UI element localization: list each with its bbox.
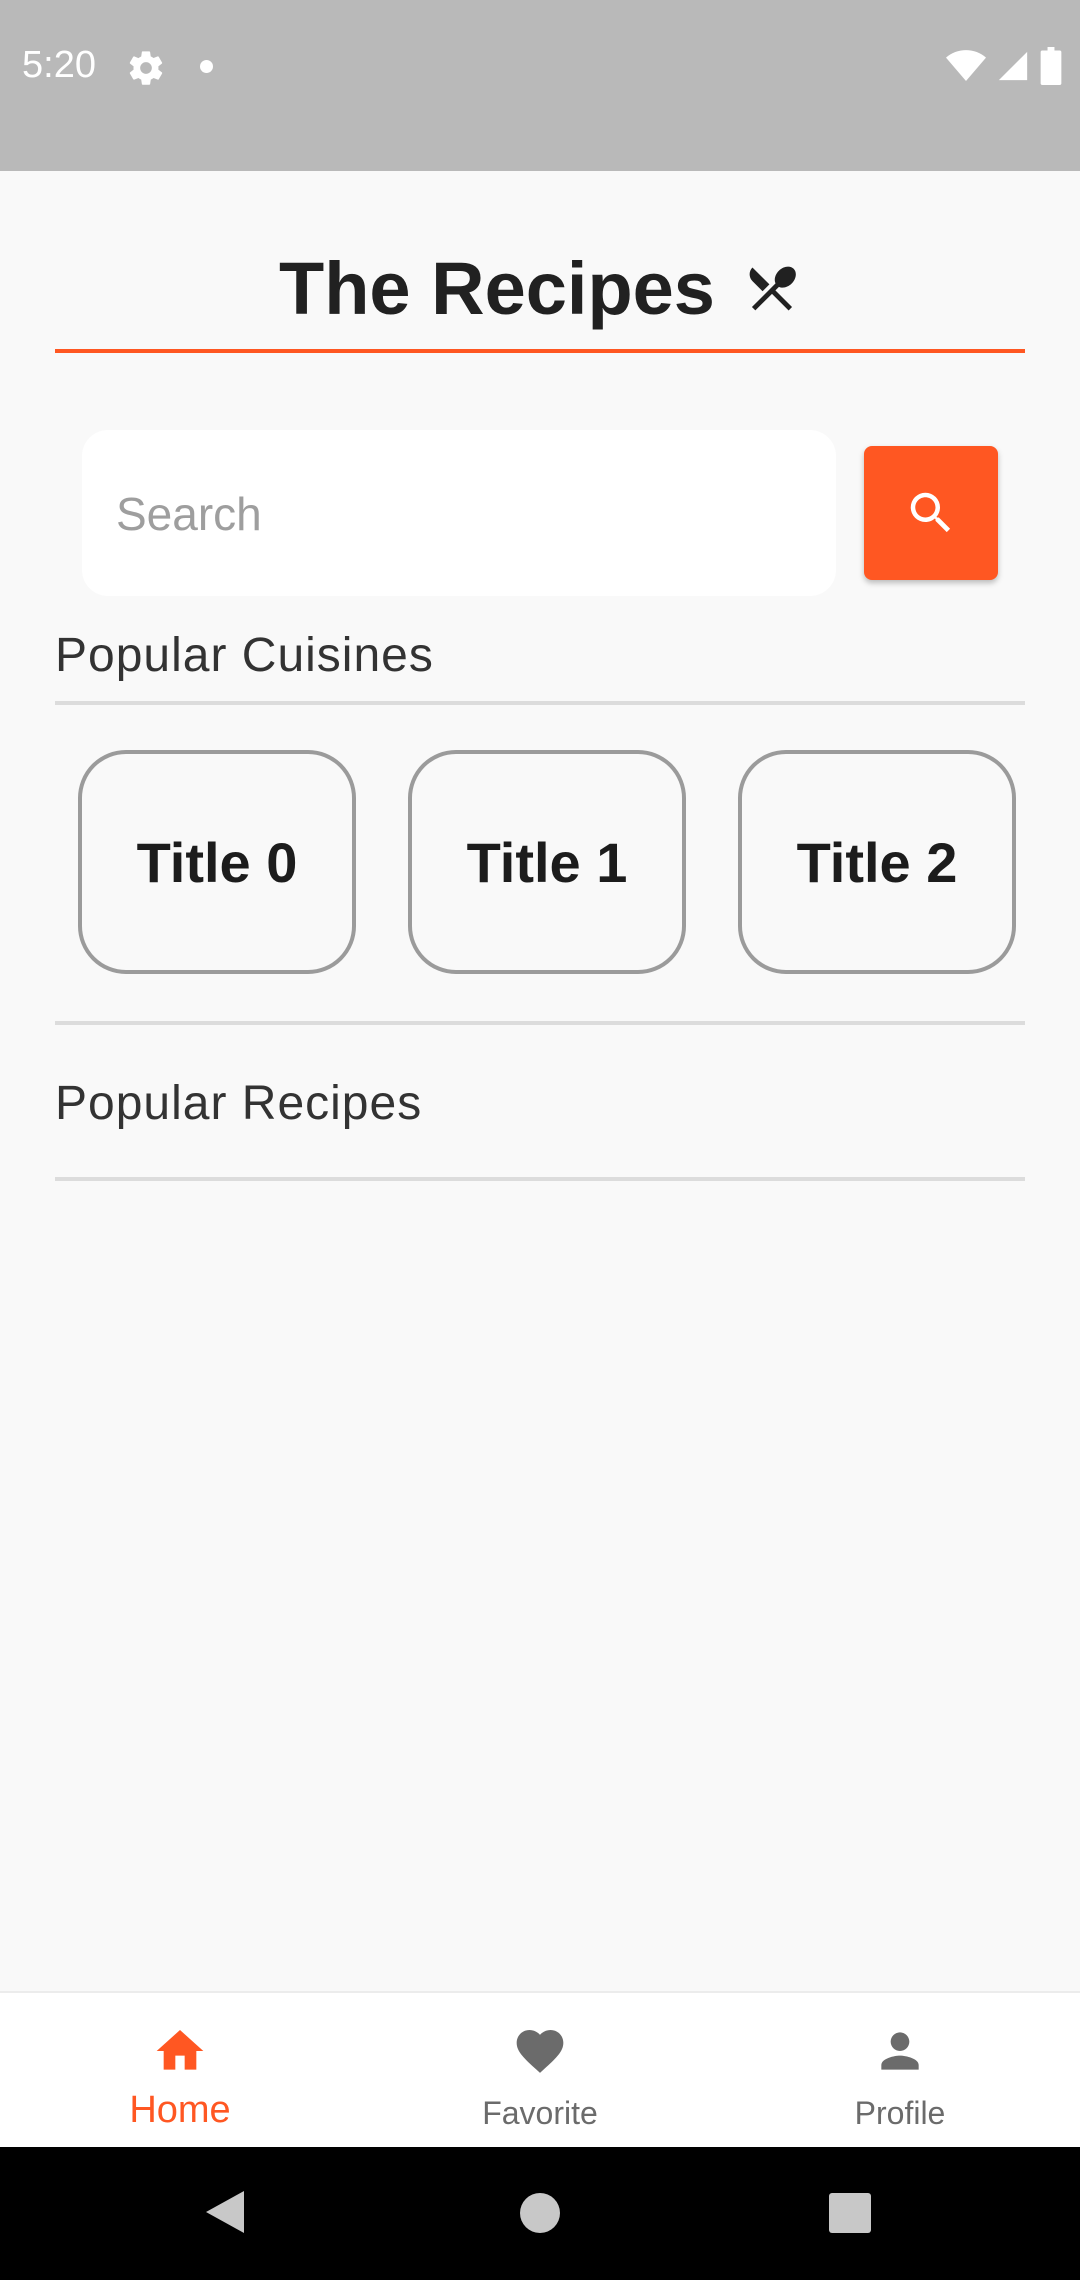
- cuisine-card[interactable]: Title 2: [738, 750, 1016, 974]
- status-bar: 5:20: [0, 0, 1080, 171]
- notification-dot-icon: [200, 60, 213, 73]
- system-navigation-bar: [0, 2147, 1080, 2280]
- heart-icon: [516, 2030, 564, 2073]
- person-icon: [881, 2032, 919, 2070]
- nav-label-profile: Profile: [854, 2095, 946, 2131]
- nav-label-home: Home: [129, 2089, 231, 2131]
- bottom-navigation: Home Favorite Profile: [0, 1991, 1080, 2147]
- nav-label-favorite: Favorite: [482, 2095, 598, 2131]
- search-input[interactable]: [114, 430, 818, 598]
- cuisines-bottom-divider: [55, 1021, 1025, 1025]
- recents-square-icon[interactable]: [829, 2193, 871, 2233]
- status-time: 5:20: [22, 44, 96, 86]
- search-icon: [910, 492, 951, 533]
- nav-item-favorite[interactable]: Favorite: [360, 1993, 720, 2149]
- search-field[interactable]: [82, 430, 836, 598]
- home-circle-icon[interactable]: [519, 2192, 561, 2234]
- recipes-divider: [55, 1177, 1025, 1181]
- status-icons: [946, 46, 1062, 86]
- wifi-icon: [946, 50, 986, 81]
- fork-spoon-icon: [749, 266, 796, 311]
- nav-item-home[interactable]: Home: [0, 1993, 360, 2149]
- cuisine-card[interactable]: Title 0: [78, 750, 356, 974]
- nav-item-profile[interactable]: Profile: [720, 1993, 1080, 2149]
- back-triangle-icon[interactable]: [204, 2189, 246, 2235]
- search-button[interactable]: [864, 446, 998, 580]
- battery-icon: [1040, 47, 1062, 85]
- cellular-signal-icon: [998, 51, 1028, 81]
- cuisine-card[interactable]: Title 1: [408, 750, 686, 974]
- home-icon: [156, 2030, 204, 2070]
- settings-gear-icon: [129, 51, 163, 85]
- app-header: The Recipes: [55, 228, 1025, 348]
- cuisines-top-divider: [55, 701, 1025, 705]
- page-title: The Recipes: [279, 246, 715, 330]
- popular-cuisines-heading: Popular Cuisines: [55, 629, 434, 682]
- popular-recipes-heading: Popular Recipes: [55, 1077, 423, 1130]
- header-underline: [55, 349, 1025, 353]
